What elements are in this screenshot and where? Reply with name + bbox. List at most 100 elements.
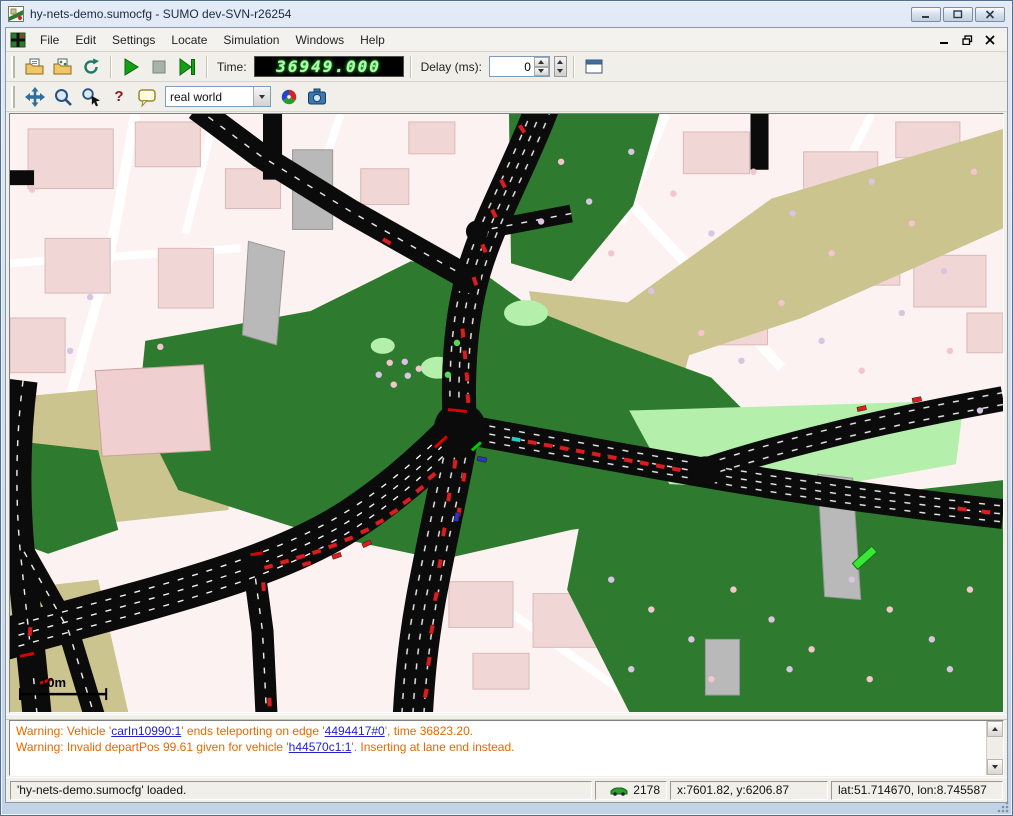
step-icon	[177, 57, 197, 77]
poi-dot	[789, 210, 795, 216]
play-icon	[121, 57, 141, 77]
open-config-button[interactable]	[22, 54, 48, 79]
arrow-down-icon	[538, 69, 544, 73]
simulation-map-viewport[interactable]: 10m	[9, 113, 1004, 713]
message-link[interactable]: carIn10990:1	[111, 724, 181, 738]
menu-locate[interactable]: Locate	[163, 30, 215, 50]
cursor-position: x:7601.82, y:6206.87	[677, 783, 789, 797]
combo-dropdown-button[interactable]	[253, 87, 270, 106]
window-minimize-button[interactable]	[911, 7, 941, 22]
run-button[interactable]	[118, 54, 144, 79]
message-bubble-button[interactable]	[134, 84, 160, 109]
poi-dot	[670, 190, 676, 196]
poi-dot	[698, 330, 704, 336]
stop-icon	[149, 57, 169, 77]
toolbar-grip[interactable]	[11, 56, 15, 78]
poi-dot	[730, 586, 736, 592]
poi-dot	[608, 250, 614, 256]
vehicle[interactable]	[462, 350, 467, 359]
menu-settings[interactable]: Settings	[104, 30, 163, 50]
simulation-map-canvas[interactable]: 10m	[10, 114, 1003, 712]
menu-simulation[interactable]: Simulation	[215, 30, 287, 50]
locate-button[interactable]	[78, 84, 104, 109]
color-scheme-combo[interactable]: real world	[165, 86, 271, 107]
message-text: Warning: Invalid departPos 99.61 given f…	[16, 740, 289, 754]
message-link[interactable]: h44570c1:1	[289, 740, 352, 754]
menu-help[interactable]: Help	[352, 30, 393, 50]
poi-dot	[29, 186, 35, 192]
mdi-close-button[interactable]	[979, 31, 1001, 49]
snapshot-button[interactable]	[304, 84, 330, 109]
arrow-down-icon	[992, 765, 998, 769]
message-line: Warning: Vehicle 'carIn10990:1' ends tel…	[16, 723, 980, 739]
poi-dot	[887, 606, 893, 612]
vehicle[interactable]	[464, 372, 469, 381]
vehicle[interactable]	[981, 509, 990, 514]
scroll-up-button[interactable]	[987, 721, 1003, 737]
poi-dot	[628, 666, 634, 672]
vehicle[interactable]	[957, 506, 966, 511]
message-link[interactable]: 4494417#0	[325, 724, 385, 738]
open-new-view-button[interactable]	[581, 54, 607, 79]
poi-dot	[818, 338, 824, 344]
delay-dial[interactable]	[554, 56, 567, 77]
reload-icon	[81, 57, 101, 77]
edit-coloring-button[interactable]	[276, 84, 302, 109]
stop-button[interactable]	[146, 54, 172, 79]
reload-button[interactable]	[78, 54, 104, 79]
resize-grip[interactable]	[995, 799, 1009, 813]
poi-dot	[67, 348, 73, 354]
delay-spin-down-button[interactable]	[534, 67, 549, 77]
toolbar-separator	[573, 56, 575, 78]
magnifier-icon	[53, 87, 73, 107]
poi-dot	[87, 294, 93, 300]
message-line: Warning: Invalid departPos 99.61 given f…	[16, 739, 980, 755]
step-button[interactable]	[174, 54, 200, 79]
app-icon	[8, 6, 24, 22]
message-text: Warning: Vehicle '	[16, 724, 111, 738]
window-maximize-button[interactable]	[943, 7, 973, 22]
close-icon	[985, 10, 995, 19]
mdi-minimize-button[interactable]	[933, 31, 955, 49]
status-position-panel: x:7601.82, y:6206.87	[670, 781, 828, 800]
vehicle[interactable]	[27, 627, 32, 636]
poi-dot	[808, 646, 814, 652]
simulation-toolbar: Time: 36949.000 Delay (ms):	[6, 52, 1007, 82]
menu-edit[interactable]: Edit	[67, 30, 104, 50]
poi-dot	[848, 576, 854, 582]
vehicle[interactable]	[460, 328, 465, 337]
vehicle[interactable]	[261, 582, 266, 591]
menu-file[interactable]: File	[32, 30, 67, 50]
delay-spin-up-button[interactable]	[534, 57, 549, 67]
message-scrollbar[interactable]	[986, 721, 1003, 775]
color-wheel-icon	[279, 87, 299, 107]
help-button[interactable]: ?	[106, 84, 132, 109]
poi-dot	[859, 368, 865, 374]
poi-dot	[947, 348, 953, 354]
poi-dot	[786, 666, 792, 672]
mdi-restore-button[interactable]	[956, 31, 978, 49]
vehicle[interactable]	[267, 697, 272, 706]
time-display: 36949.000	[254, 56, 404, 77]
vehicle[interactable]	[465, 394, 470, 403]
window-bottom-frame	[1, 803, 1012, 815]
arrow-up-icon	[538, 60, 544, 64]
zoom-button[interactable]	[50, 84, 76, 109]
delay-input[interactable]	[490, 57, 534, 76]
scroll-down-button[interactable]	[987, 759, 1003, 775]
status-vehicle-count-panel: 2178	[595, 781, 667, 800]
delay-spinbox	[489, 56, 550, 77]
toolbar-grip[interactable]	[11, 86, 15, 108]
poi-dot	[648, 288, 654, 294]
window-close-button[interactable]	[975, 7, 1005, 22]
poi-dot	[828, 250, 834, 256]
cursor-geo-position: lat:51.714670, lon:8.745587	[838, 783, 987, 797]
recenter-view-button[interactable]	[22, 84, 48, 109]
time-label: Time:	[217, 60, 247, 74]
poi-dot	[454, 340, 460, 346]
main-window: hy-nets-demo.sumocfg - SUMO dev-SVN-r262…	[0, 0, 1013, 816]
titlebar[interactable]: hy-nets-demo.sumocfg - SUMO dev-SVN-r262…	[1, 1, 1012, 27]
poi-dot	[941, 268, 947, 274]
menu-windows[interactable]: Windows	[287, 30, 352, 50]
open-network-button[interactable]	[50, 54, 76, 79]
